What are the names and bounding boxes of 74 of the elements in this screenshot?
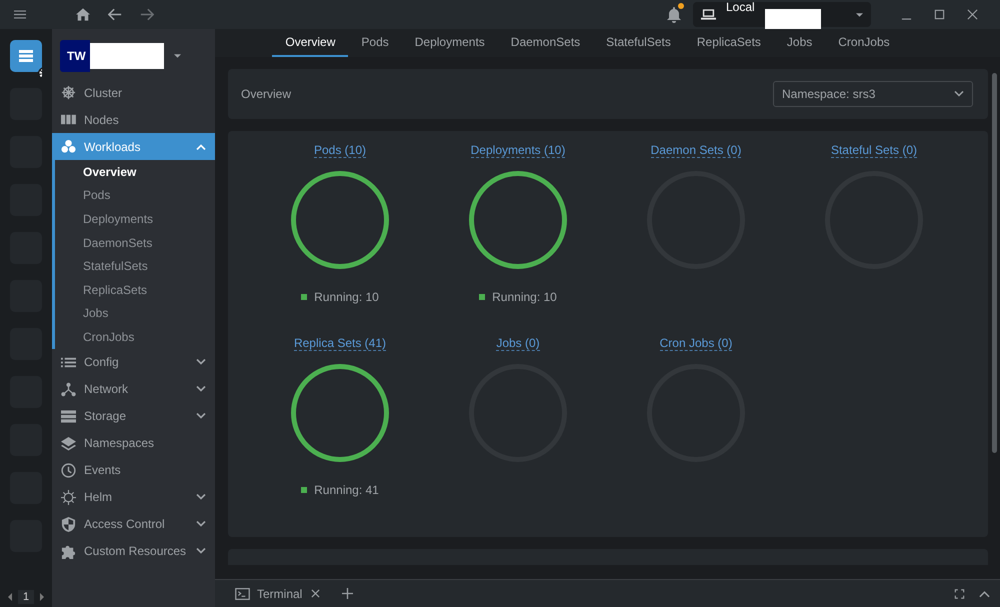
dock-tab[interactable]: Terminal	[235, 586, 320, 600]
tab[interactable]: CronJobs	[825, 29, 903, 57]
sidebar-item[interactable]: Nodes	[52, 106, 215, 133]
menu-icon[interactable]	[14, 10, 26, 19]
hotbar-item[interactable]	[10, 40, 42, 72]
sidebar-subitem[interactable]: StatefulSets	[55, 254, 215, 278]
network-icon	[61, 382, 76, 397]
sidebar-subitem[interactable]: Overview	[55, 160, 215, 184]
sidebar-item[interactable]: Workloads	[52, 133, 215, 160]
forward-arrow-icon[interactable]	[140, 8, 154, 21]
list-icon	[19, 50, 33, 62]
chevron-down-icon	[954, 91, 964, 97]
sidebar-subitem[interactable]: Jobs	[55, 302, 215, 326]
sidebar-item[interactable]: Network	[52, 376, 215, 403]
left-arrow-icon[interactable]	[8, 593, 12, 601]
close-icon[interactable]	[967, 9, 978, 20]
right-arrow-icon[interactable]	[40, 593, 44, 601]
tab[interactable]: DaemonSets	[498, 29, 594, 57]
workload-link[interactable]: Pods (10)	[314, 143, 366, 158]
sidebar-item[interactable]: Config	[52, 348, 215, 376]
context-dropdown[interactable]: Local	[693, 2, 871, 27]
fullscreen-icon[interactable]	[954, 588, 965, 598]
tab[interactable]: Deployments	[402, 29, 498, 57]
chevron-up-icon[interactable]	[979, 588, 990, 598]
sidebar-subitem[interactable]: Deployments	[55, 207, 215, 231]
helm-icon	[61, 490, 76, 505]
maximize-icon[interactable]	[934, 9, 945, 20]
workload-link[interactable]: Stateful Sets (0)	[830, 143, 918, 158]
laptop-icon	[701, 9, 716, 20]
workload-link[interactable]: Daemon Sets (0)	[650, 143, 742, 158]
cluster-badge[interactable]: TW	[60, 40, 90, 72]
workloads-icon	[61, 139, 76, 154]
sidebar-subitem[interactable]: Pods	[55, 184, 215, 208]
panel-title: Overview	[241, 87, 292, 101]
bell-icon[interactable]	[667, 6, 681, 22]
tab[interactable]: Jobs	[774, 29, 826, 57]
terminal-icon	[235, 588, 250, 600]
workload-link[interactable]: Cron Jobs (0)	[660, 336, 732, 351]
legend-label: Running: 10	[492, 290, 557, 304]
sidebar-item[interactable]: Helm	[52, 484, 215, 511]
nodes-icon	[61, 112, 76, 127]
back-arrow-icon[interactable]	[108, 8, 122, 21]
page-number: 1	[18, 590, 34, 604]
sidebar-item[interactable]: Cluster	[52, 79, 215, 106]
sidebar-item[interactable]: Namespaces	[52, 430, 215, 457]
namespace-select[interactable]: Namespace: srs3	[773, 81, 973, 107]
sidebar-item[interactable]: Access Control	[52, 510, 215, 538]
tab[interactable]: ReplicaSets	[684, 29, 774, 57]
sidebar-subitem[interactable]: ReplicaSets	[55, 278, 215, 302]
layers-icon	[61, 436, 76, 451]
workload-link[interactable]: Jobs (0)	[496, 336, 540, 351]
sidebar-item[interactable]: Storage	[52, 402, 215, 430]
tab[interactable]: Pods	[348, 29, 402, 57]
plus-icon[interactable]	[342, 588, 354, 599]
redaction-block	[765, 9, 821, 31]
home-icon[interactable]	[76, 8, 90, 21]
tab[interactable]: StatefulSets	[593, 29, 684, 57]
workload-link[interactable]: Deployments (10)	[470, 143, 566, 158]
sidebar-item[interactable]: Events	[52, 456, 215, 484]
caret-icon	[856, 12, 863, 16]
caret-icon[interactable]	[174, 54, 181, 58]
sidebar-subitem[interactable]: DaemonSets	[55, 230, 215, 254]
legend-label: Running: 41	[314, 483, 379, 497]
clock-icon	[61, 462, 76, 478]
workload-link[interactable]: Replica Sets (41)	[294, 336, 386, 351]
puzzle-icon	[61, 544, 76, 559]
legend-label: Running: 10	[314, 290, 379, 304]
shield-icon	[61, 516, 76, 532]
sidebar-subitem[interactable]: CronJobs	[55, 325, 215, 349]
sidebar-item[interactable]: Custom Resources	[52, 538, 215, 565]
scrollbar[interactable]	[992, 73, 997, 453]
wheel-icon	[61, 85, 76, 100]
storage-icon	[61, 408, 76, 424]
close-icon[interactable]	[311, 589, 320, 598]
